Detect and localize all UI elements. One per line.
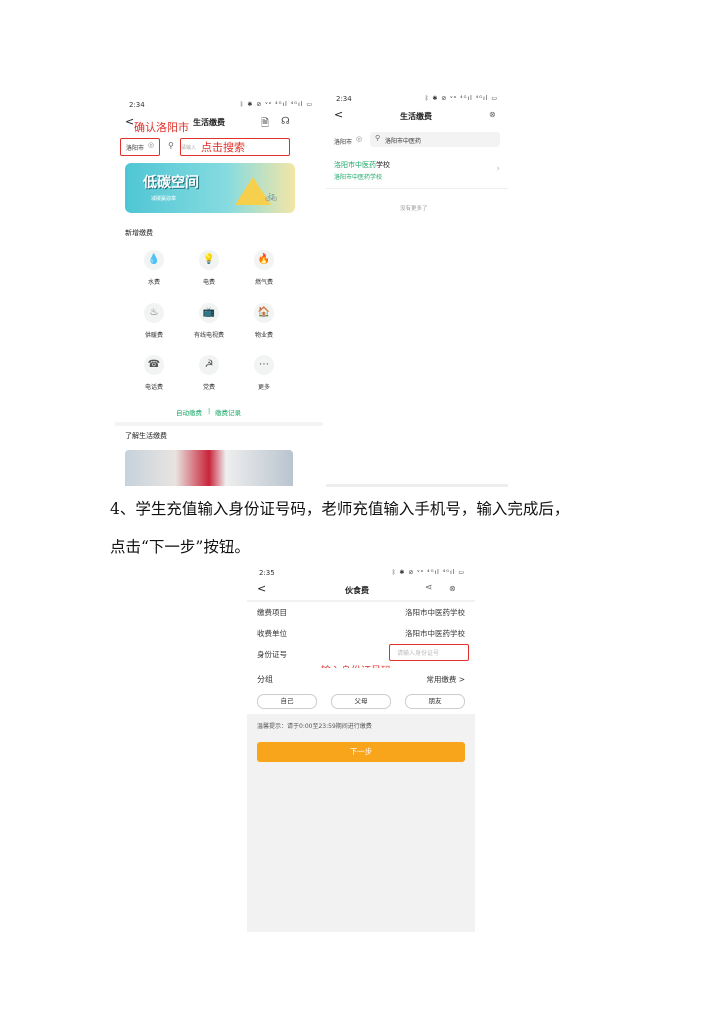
page-title: 伙食费 [345, 586, 369, 595]
group-label: 分组 [257, 675, 273, 684]
row-item: 缴费项目 洛阳市中医药学校 [247, 602, 475, 622]
screenshot-meal-fee: 2:35 ᛒ ✱ ⊘ ᵛᵒ ⁴ᴳıl ⁴ᴳıl ▭ < 伙食费 ⋖ ⊗ 缴费项目… [247, 566, 475, 932]
location-icon: ◎ [356, 135, 363, 143]
group-pill-friends[interactable]: 朋友 [405, 694, 465, 709]
search-value: 洛阳市中医药 [385, 138, 422, 145]
banner-subtitle: 减碳赢勋章 [151, 196, 177, 202]
learn-image[interactable] [125, 450, 293, 486]
no-more-text: 没有更多了 [400, 206, 428, 212]
close-icon[interactable]: ⊗ [449, 584, 456, 593]
page-title: 生活缴费 [193, 118, 225, 127]
group-pill-self[interactable]: 自己 [257, 694, 317, 709]
phone-label: 电话费 [144, 384, 163, 391]
result-sub-rest: 学校 [370, 174, 383, 181]
id-input[interactable]: 请输入身份证号 [397, 648, 439, 657]
electricity-label: 电费 [202, 279, 215, 286]
banner[interactable]: 低碳空间 减碳赢勋章 🚲 [125, 163, 295, 213]
status-bar: 2:34 ᛒ ✱ ⊘ ᵛᵒ ⁴ᴳıl ⁴ᴳıl ▭ [326, 92, 508, 106]
annotation-confirm-city: 确认洛阳市 [134, 121, 189, 134]
back-icon[interactable]: < [125, 115, 134, 128]
city-selector[interactable]: 洛阳市 [126, 143, 144, 152]
property-label: 物业费 [254, 332, 273, 339]
status-bar: 2:35 ᛒ ✱ ⊘ ᵛᵒ ⁴ᴳıl ⁴ᴳıl ▭ [247, 566, 475, 580]
result-title: 洛阳市中医药学校 [334, 160, 390, 170]
bill-icon[interactable]: 🗎 [261, 116, 269, 133]
status-time: 2:34 [129, 101, 145, 109]
link-divider: | [208, 407, 211, 415]
back-icon[interactable]: < [334, 108, 343, 121]
more-label: 更多 [257, 384, 270, 391]
screenshot-life-payment: 2:34 ᛒ ✱ ⊘ ᵛᵒ ⁴ᴳıl ⁴ᴳıl ▭ < 确认洛阳市 生活缴费 🗎… [115, 98, 323, 486]
result-title-rest: 学校 [376, 161, 390, 169]
row-group[interactable]: 分组 常用缴费 > [247, 669, 475, 689]
instruction-line-1: 4、学生充值输入身份证号码，老师充值输入手机号，输入完成后， [110, 500, 570, 518]
result-item[interactable]: 洛阳市中医药学校 洛阳市中医药学校 › [326, 156, 508, 189]
search-input[interactable]: 请输入 [181, 144, 196, 151]
clear-icon[interactable]: ⊗ [489, 110, 496, 119]
auto-pay-link[interactable]: 自动缴费 [176, 407, 202, 417]
phone-icon[interactable]: ☎ [144, 355, 164, 375]
cable-tv-icon[interactable]: 📺 [199, 303, 219, 323]
status-icons: ᛒ ✱ ⊘ ᵛᵒ ⁴ᴳıl ⁴ᴳıl ▭ [424, 95, 498, 102]
screenshot-search-result: 2:34 ᛒ ✱ ⊘ ᵛᵒ ⁴ᴳıl ⁴ᴳıl ▭ < 生活缴费 ⊗ 洛阳市 ◎… [326, 92, 508, 487]
gas-icon[interactable]: 🔥 [254, 250, 274, 270]
search-input[interactable]: ⚲ 洛阳市中医药 [370, 132, 500, 147]
row-value: 洛阳市中医药学校 [405, 629, 465, 638]
city-selector[interactable]: 洛阳市 [334, 137, 352, 146]
water-icon[interactable]: 💧 [144, 250, 164, 270]
back-icon[interactable]: < [257, 582, 266, 595]
page-title: 生活缴费 [400, 112, 432, 121]
share-icon[interactable]: ⋖ [425, 583, 433, 593]
search-icon: ⚲ [375, 134, 381, 142]
next-button[interactable]: 下一步 [257, 742, 465, 762]
section-new-payment: 新增缴费 [125, 229, 153, 237]
group-value: 常用缴费 > [426, 675, 465, 684]
records-link[interactable]: 缴费记录 [215, 407, 241, 417]
water-label: 水费 [147, 279, 160, 286]
cable-tv-label: 有线电视费 [193, 332, 224, 339]
party-icon[interactable]: ☭ [199, 355, 219, 375]
result-sub-highlight: 洛阳市中医药 [334, 174, 371, 181]
location-icon: ◎ [148, 141, 155, 149]
property-icon[interactable]: 🏠 [254, 303, 274, 323]
result-subtitle: 洛阳市中医药学校 [334, 172, 382, 181]
result-title-highlight: 洛阳市中医药 [334, 161, 376, 169]
row-unit: 收费单位 洛阳市中医药学校 [247, 623, 475, 643]
party-label: 党费 [202, 384, 215, 391]
section-divider [115, 422, 323, 426]
gas-label: 燃气费 [254, 279, 273, 286]
status-icons: ᛒ ✱ ⊘ ᵛᵒ ⁴ᴳıl ⁴ᴳıl ▭ [391, 569, 465, 576]
chevron-right-icon: › [496, 164, 500, 174]
banner-title: 低碳空间 [143, 175, 199, 191]
row-label: 缴费项目 [257, 608, 287, 617]
row-value: 洛阳市中医药学校 [405, 608, 465, 617]
group-pill-parents[interactable]: 父母 [331, 694, 391, 709]
electricity-icon[interactable]: 💡 [199, 250, 219, 270]
row-label: 收费单位 [257, 629, 287, 638]
status-icons: ᛒ ✱ ⊘ ᵛᵒ ⁴ᴳıl ⁴ᴳıl ▭ [239, 101, 313, 108]
heating-label: 供暖费 [144, 332, 163, 339]
heating-icon[interactable]: ♨ [144, 303, 164, 323]
status-bar: 2:34 ᛒ ✱ ⊘ ᵛᵒ ⁴ᴳıl ⁴ᴳıl ▭ [115, 98, 323, 112]
annotation-click-search: 点击搜索 [201, 141, 245, 154]
headset-icon[interactable]: ☊ [281, 116, 290, 127]
instruction-line-2: 点击“下一步”按钮。 [110, 538, 250, 556]
status-time: 2:34 [336, 95, 352, 103]
search-icon: ⚲ [168, 141, 174, 150]
tip-text: 温馨提示：请于0:00至23:59期间进行缴费 [257, 723, 372, 730]
more-icon[interactable]: ⋯ [254, 355, 274, 375]
bicycle-icon: 🚲 [265, 191, 278, 202]
status-time: 2:35 [259, 569, 275, 577]
id-label: 身份证号 [257, 650, 287, 659]
section-learn: 了解生活缴费 [125, 432, 167, 440]
